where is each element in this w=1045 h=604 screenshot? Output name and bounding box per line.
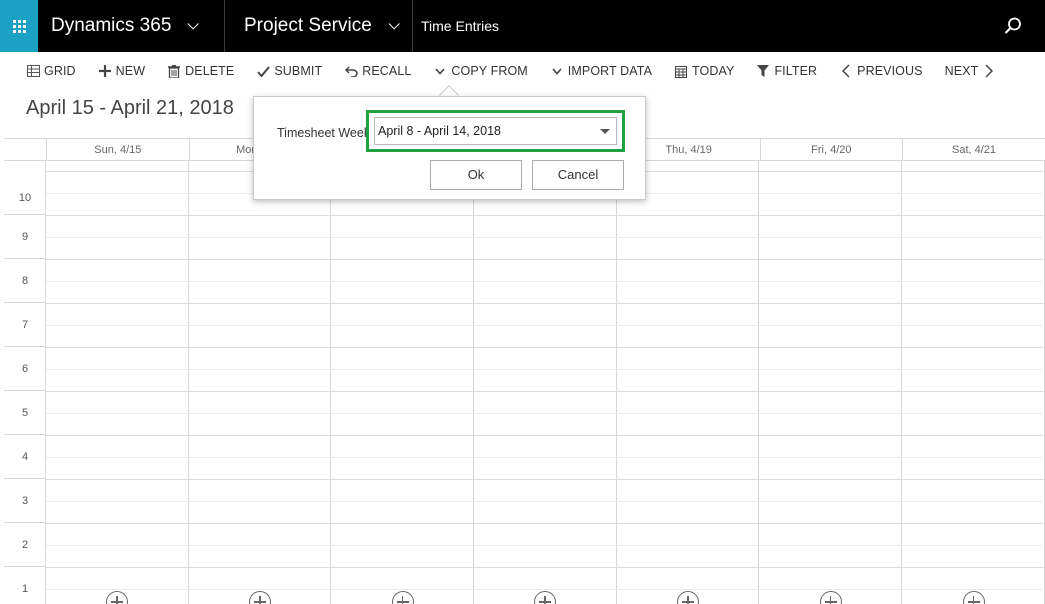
week-calendar-grid: Sun, 4/15Mon, 4/16Tue, 4/17Wed, 4/18Thu,… bbox=[4, 138, 1045, 604]
half-hour-gridline bbox=[46, 413, 1045, 414]
hour-label: 9 bbox=[4, 215, 46, 259]
import-data-button[interactable]: IMPORT DATA bbox=[550, 64, 652, 78]
area-switcher[interactable]: Project Service bbox=[224, 0, 412, 52]
import-data-label: IMPORT DATA bbox=[567, 64, 653, 78]
selected-week-value: April 8 - April 14, 2018 bbox=[378, 124, 501, 138]
hour-gridline bbox=[46, 303, 1045, 304]
grid-button[interactable]: GRID bbox=[26, 64, 76, 78]
calendar-icon bbox=[674, 64, 688, 78]
page-name: Time Entries bbox=[421, 18, 500, 34]
filter-button[interactable]: FILTER bbox=[756, 64, 817, 78]
hour-label: 8 bbox=[4, 259, 46, 303]
day-column[interactable] bbox=[760, 161, 903, 604]
hour-gridline bbox=[46, 435, 1045, 436]
date-range-title: April 15 - April 21, 2018 bbox=[26, 97, 234, 119]
hour-label: 10 bbox=[4, 161, 46, 215]
copy-from-dialog: Timesheet Week April 8 - April 14, 2018 … bbox=[253, 96, 646, 200]
half-hour-gridline bbox=[46, 325, 1045, 326]
plus-icon bbox=[98, 64, 112, 78]
top-navigation-bar: Dynamics 365 Project Service Time Entrie… bbox=[0, 0, 1045, 52]
day-column[interactable] bbox=[46, 161, 189, 604]
add-entry-button[interactable] bbox=[391, 591, 414, 604]
next-label: NEXT bbox=[944, 64, 979, 78]
day-column[interactable] bbox=[331, 161, 475, 604]
app-switcher[interactable]: Dynamics 365 bbox=[38, 0, 224, 52]
hour-label: 5 bbox=[4, 391, 46, 435]
search-icon[interactable] bbox=[1003, 16, 1023, 36]
hour-label: 3 bbox=[4, 479, 46, 523]
hour-gridline bbox=[46, 215, 1045, 216]
area-name: Project Service bbox=[244, 15, 372, 36]
hour-gridline bbox=[46, 479, 1045, 480]
half-hour-gridline bbox=[46, 369, 1045, 370]
half-hour-gridline bbox=[46, 545, 1045, 546]
hour-gridline bbox=[46, 259, 1045, 260]
hour-gridline bbox=[46, 567, 1045, 568]
trash-icon bbox=[167, 64, 181, 78]
day-header: Sun, 4/15 bbox=[46, 139, 189, 161]
app-name: Dynamics 365 bbox=[51, 15, 172, 36]
new-label: NEW bbox=[115, 64, 146, 78]
today-label: TODAY bbox=[692, 64, 735, 78]
day-column[interactable] bbox=[474, 161, 617, 604]
half-hour-gridline bbox=[46, 501, 1045, 502]
hour-gridline bbox=[46, 523, 1045, 524]
filter-icon bbox=[756, 64, 770, 78]
next-button[interactable]: NEXT bbox=[945, 64, 997, 78]
command-bar: GRID NEW DELETE SUBMIT RECALL COPY FROM bbox=[0, 52, 1045, 90]
copy-from-button[interactable]: COPY FROM bbox=[433, 64, 528, 78]
previous-button[interactable]: PREVIOUS bbox=[839, 64, 922, 78]
copy-from-label: COPY FROM bbox=[451, 64, 528, 78]
filter-label: FILTER bbox=[774, 64, 818, 78]
hour-gridline bbox=[46, 347, 1045, 348]
recall-label: RECALL bbox=[362, 64, 412, 78]
delete-button[interactable]: DELETE bbox=[167, 64, 234, 78]
day-header: Sat, 4/21 bbox=[902, 139, 1045, 161]
dropdown-arrow-icon bbox=[600, 129, 610, 134]
half-hour-gridline bbox=[46, 589, 1045, 590]
grid-icon bbox=[26, 64, 40, 78]
hour-label: 2 bbox=[4, 523, 46, 567]
ok-button[interactable]: Ok bbox=[430, 160, 522, 190]
timesheet-week-select[interactable]: April 8 - April 14, 2018 bbox=[374, 117, 617, 145]
hour-gridline bbox=[46, 391, 1045, 392]
hour-label: 6 bbox=[4, 347, 46, 391]
checkmark-icon bbox=[256, 64, 270, 78]
recall-button[interactable]: RECALL bbox=[344, 64, 411, 78]
hour-label: 7 bbox=[4, 303, 46, 347]
day-header: Fri, 4/20 bbox=[759, 139, 903, 161]
undo-icon bbox=[344, 64, 358, 78]
chevron-down-icon bbox=[550, 64, 564, 78]
chevron-right-icon bbox=[982, 64, 996, 78]
add-entry-button[interactable] bbox=[962, 591, 985, 604]
day-column[interactable] bbox=[902, 161, 1045, 604]
timesheet-week-label: Timesheet Week bbox=[277, 126, 371, 140]
submit-button[interactable]: SUBMIT bbox=[256, 64, 322, 78]
half-hour-gridline bbox=[46, 237, 1045, 238]
chevron-down-icon bbox=[187, 18, 200, 30]
hour-label: 4 bbox=[4, 435, 46, 479]
delete-label: DELETE bbox=[185, 64, 235, 78]
chevron-down-icon bbox=[388, 18, 400, 30]
half-hour-gridline bbox=[46, 457, 1045, 458]
today-button[interactable]: TODAY bbox=[674, 64, 734, 78]
half-hour-gridline bbox=[46, 281, 1045, 282]
hour-column: 10 9 8 7 6 5 4 3 2 1 bbox=[4, 161, 46, 604]
chevron-left-icon bbox=[839, 64, 853, 78]
previous-label: PREVIOUS bbox=[857, 64, 923, 78]
hour-label: 1 bbox=[4, 567, 46, 604]
day-column[interactable] bbox=[189, 161, 332, 604]
highlight-box: April 8 - April 14, 2018 bbox=[366, 110, 625, 152]
chevron-down-icon bbox=[433, 64, 447, 78]
page-breadcrumb[interactable]: Time Entries bbox=[412, 0, 499, 52]
day-column[interactable] bbox=[617, 161, 760, 604]
new-button[interactable]: NEW bbox=[98, 64, 145, 78]
app-launcher-button[interactable] bbox=[0, 0, 38, 52]
cancel-button[interactable]: Cancel bbox=[532, 160, 624, 190]
waffle-icon bbox=[12, 19, 26, 33]
submit-label: SUBMIT bbox=[274, 64, 323, 78]
grid-label: GRID bbox=[44, 64, 76, 78]
